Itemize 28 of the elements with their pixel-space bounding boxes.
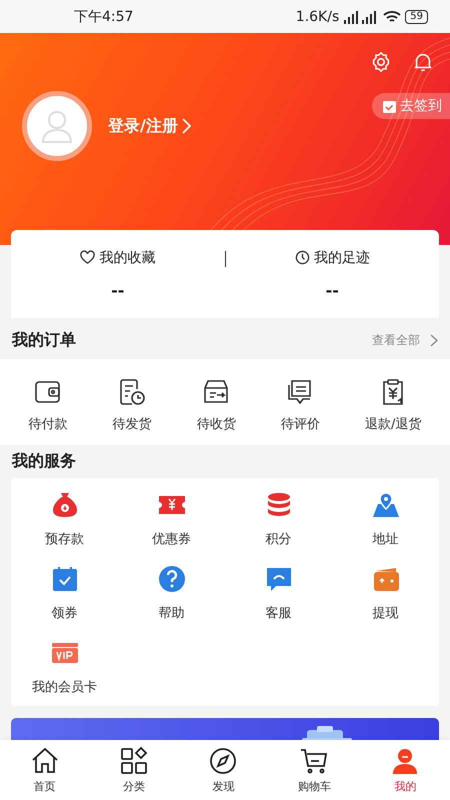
service-item[interactable]: 帮助	[118, 564, 225, 622]
service-item[interactable]: 领券	[11, 564, 118, 622]
service-item[interactable]: 地址	[332, 490, 439, 548]
order-status-item[interactable]: 退款/退货	[364, 377, 422, 433]
order-status-item[interactable]: 待付款	[28, 377, 68, 433]
service-item[interactable]: 预存款	[11, 490, 118, 548]
stat-label[interactable]: 我的足迹	[314, 248, 370, 266]
tab-bar-item[interactable]: 首页	[30, 746, 60, 794]
order-status-item[interactable]: 待发货	[112, 377, 152, 433]
status-time: 下午4:57	[74, 8, 134, 26]
stat-label[interactable]: 我的收藏	[99, 248, 156, 266]
service-item[interactable]: 积分	[225, 490, 332, 548]
battery-indicator: 59	[405, 10, 428, 24]
order-status-item[interactable]: 待收货	[196, 377, 236, 433]
tab-bar-item[interactable]: 发现	[208, 746, 238, 794]
network-speed: 1.6K/s	[296, 8, 340, 24]
section-title: 我的服务	[12, 451, 76, 472]
service-item[interactable]: 客服	[225, 564, 332, 622]
stat-value: --	[111, 280, 124, 300]
stat-value: --	[326, 280, 339, 300]
order-status-item[interactable]: 待评价	[280, 377, 320, 433]
service-item[interactable]: 我的会员卡	[11, 638, 118, 696]
tab-bar-item[interactable]: 我的	[390, 746, 420, 794]
service-item[interactable]: 提现	[332, 564, 439, 622]
tab-bar-item[interactable]: 购物车	[298, 746, 331, 794]
section-title: 我的订单	[12, 330, 76, 351]
service-item[interactable]: 优惠券	[118, 490, 225, 548]
tab-bar-item[interactable]: 分类	[119, 746, 150, 794]
